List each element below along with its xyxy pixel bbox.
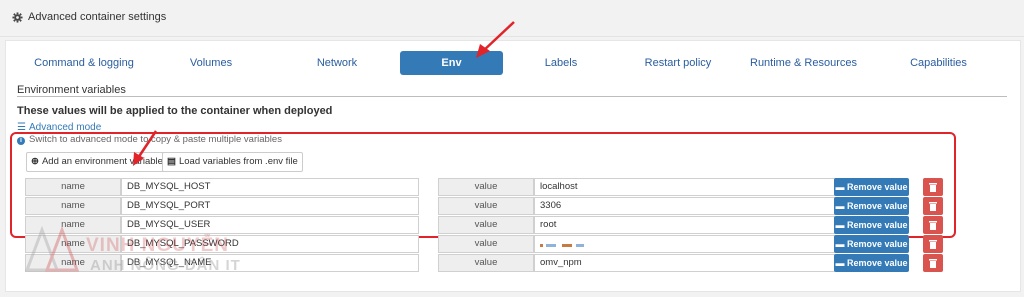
name-input[interactable]: DB_MYSQL_PORT (121, 197, 419, 215)
value-input-masked[interactable] (534, 235, 835, 253)
tab-command-logging[interactable]: Command & logging (19, 51, 149, 75)
settings-title: Advanced container settings (28, 11, 167, 23)
section-divider (17, 96, 1007, 97)
watermark-line1: VINH NGUYỄN (86, 235, 229, 256)
trash-icon (929, 202, 937, 211)
remove-value-button[interactable]: ▬ Remove value (834, 216, 909, 234)
trash-icon (929, 221, 937, 230)
value-label: value (438, 216, 534, 234)
trash-icon (929, 183, 937, 192)
section-title: Environment variables (17, 84, 126, 96)
trash-icon (929, 240, 937, 249)
delete-variable-button[interactable] (923, 197, 943, 215)
name-input[interactable]: DB_MYSQL_USER (121, 216, 419, 234)
remove-value-button[interactable]: ▬ Remove value (834, 197, 909, 215)
env-variable-row: name DB_MYSQL_HOST value localhost ▬ Rem… (20, 178, 960, 196)
tab-restart-policy[interactable]: Restart policy (628, 51, 728, 75)
redacted-value (540, 244, 584, 247)
remove-value-button[interactable]: ▬ Remove value (834, 178, 909, 196)
settings-header: Advanced container settings (0, 0, 1024, 37)
remove-value-button[interactable]: ▬ Remove value (834, 235, 909, 253)
delete-variable-button[interactable] (923, 178, 943, 196)
value-label: value (438, 178, 534, 196)
value-input[interactable]: omv_npm (534, 254, 835, 272)
delete-variable-button[interactable] (923, 235, 943, 253)
name-label: name (25, 197, 121, 215)
env-variable-row: name DB_MYSQL_PORT value 3306 ▬ Remove v… (20, 197, 960, 215)
tab-labels[interactable]: Labels (516, 51, 606, 75)
value-input[interactable]: localhost (534, 178, 835, 196)
remove-value-button[interactable]: ▬ Remove value (834, 254, 909, 272)
watermark-line2: ANH NÔNG DÂN IT (90, 257, 241, 274)
tab-runtime-resources[interactable]: Runtime & Resources (746, 51, 861, 75)
value-input[interactable]: 3306 (534, 197, 835, 215)
value-label: value (438, 197, 534, 215)
tab-bar: Command & logging Volumes Network Env La… (6, 51, 1020, 77)
tab-env[interactable]: Env (400, 51, 503, 75)
trash-icon (929, 259, 937, 268)
watermark-logo (24, 225, 80, 272)
value-label: value (438, 235, 534, 253)
tab-volumes[interactable]: Volumes (156, 51, 266, 75)
tab-network[interactable]: Network (282, 51, 392, 75)
value-input[interactable]: root (534, 216, 835, 234)
env-variable-row: name DB_MYSQL_USER value root ▬ Remove v… (20, 216, 960, 234)
tab-capabilities[interactable]: Capabilities (886, 51, 991, 75)
value-label: value (438, 254, 534, 272)
delete-variable-button[interactable] (923, 216, 943, 234)
name-label: name (25, 178, 121, 196)
delete-variable-button[interactable] (923, 254, 943, 272)
gear-icon (12, 12, 23, 23)
name-input[interactable]: DB_MYSQL_HOST (121, 178, 419, 196)
applied-notice: These values will be applied to the cont… (17, 105, 333, 117)
